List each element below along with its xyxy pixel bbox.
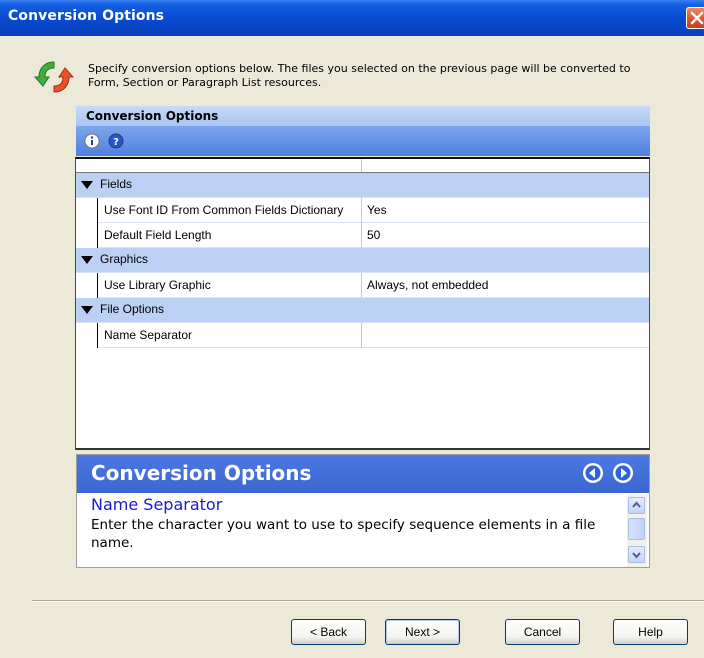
convert-arrows-icon (34, 61, 74, 93)
row-gutter (76, 323, 98, 348)
back-button[interactable]: < Back (291, 619, 366, 645)
column-divider (361, 198, 362, 223)
property-name: Use Library Graphic (104, 278, 211, 292)
collapse-arrow-icon[interactable] (81, 181, 93, 189)
help-panel: Conversion Options Name Separator Enter … (76, 454, 650, 568)
help-description: Enter the character you want to use to s… (91, 517, 596, 551)
property-row-use-library-graphic[interactable]: Use Library Graphic Always, not embedded (76, 273, 649, 298)
column-divider (361, 223, 362, 248)
nav-forward-icon[interactable] (613, 463, 633, 483)
options-panel-title: Conversion Options (86, 109, 219, 123)
row-gutter (76, 273, 98, 298)
scroll-down-icon (632, 552, 641, 559)
options-panel-header: Conversion Options (76, 106, 650, 126)
help-panel-header: Conversion Options (77, 455, 649, 493)
property-value[interactable]: 50 (367, 228, 380, 242)
close-button[interactable] (686, 7, 704, 29)
nav-back-icon[interactable] (583, 463, 603, 483)
options-toolbar: ? (76, 126, 650, 156)
property-name: Use Font ID From Common Fields Dictionar… (104, 203, 344, 217)
row-gutter (76, 223, 98, 248)
scroll-up-icon (632, 501, 641, 508)
property-value[interactable]: Yes (367, 203, 387, 217)
property-grid: Fields Use Font ID From Common Fields Di… (75, 157, 650, 450)
collapse-arrow-icon[interactable] (81, 256, 93, 264)
help-icon[interactable]: ? (108, 133, 124, 149)
row-gutter (76, 198, 98, 223)
help-scrollbar[interactable] (627, 495, 647, 567)
property-row-name-separator[interactable]: Name Separator (76, 323, 649, 348)
property-row-use-font-id[interactable]: Use Font ID From Common Fields Dictionar… (76, 198, 649, 223)
column-divider (361, 273, 362, 298)
category-row-graphics[interactable]: Graphics (76, 248, 649, 273)
help-button[interactable]: Help (613, 619, 688, 645)
conversion-options-dialog: Conversion Options Specify conversion op… (0, 0, 704, 658)
property-name: Name Separator (104, 328, 193, 342)
properties-icon[interactable] (84, 133, 100, 149)
header-description: Specify conversion options below. The fi… (88, 62, 631, 89)
title-bar: Conversion Options (0, 0, 704, 36)
help-subtitle: Name Separator (91, 495, 223, 514)
scroll-down-button[interactable] (628, 546, 645, 563)
property-row-default-field-length[interactable]: Default Field Length 50 (76, 223, 649, 248)
category-label: File Options (100, 302, 165, 316)
property-name: Default Field Length (104, 228, 212, 242)
help-panel-title: Conversion Options (91, 461, 312, 485)
cancel-button[interactable]: Cancel (505, 619, 580, 645)
column-divider (361, 323, 362, 348)
scroll-thumb[interactable] (628, 518, 645, 540)
window-title: Conversion Options (8, 8, 165, 24)
category-label: Graphics (100, 252, 149, 266)
next-button[interactable]: Next > (385, 619, 460, 645)
scroll-up-button[interactable] (628, 497, 645, 514)
bottom-divider-highlight (32, 601, 704, 602)
grid-column-divider (361, 159, 362, 173)
category-row-fields[interactable]: Fields (76, 173, 649, 198)
close-icon (690, 11, 704, 25)
collapse-arrow-icon[interactable] (81, 306, 93, 314)
category-label: Fields (100, 177, 133, 191)
svg-text:?: ? (113, 137, 119, 148)
property-value[interactable]: Always, not embedded (367, 278, 488, 292)
category-row-file-options[interactable]: File Options (76, 298, 649, 323)
